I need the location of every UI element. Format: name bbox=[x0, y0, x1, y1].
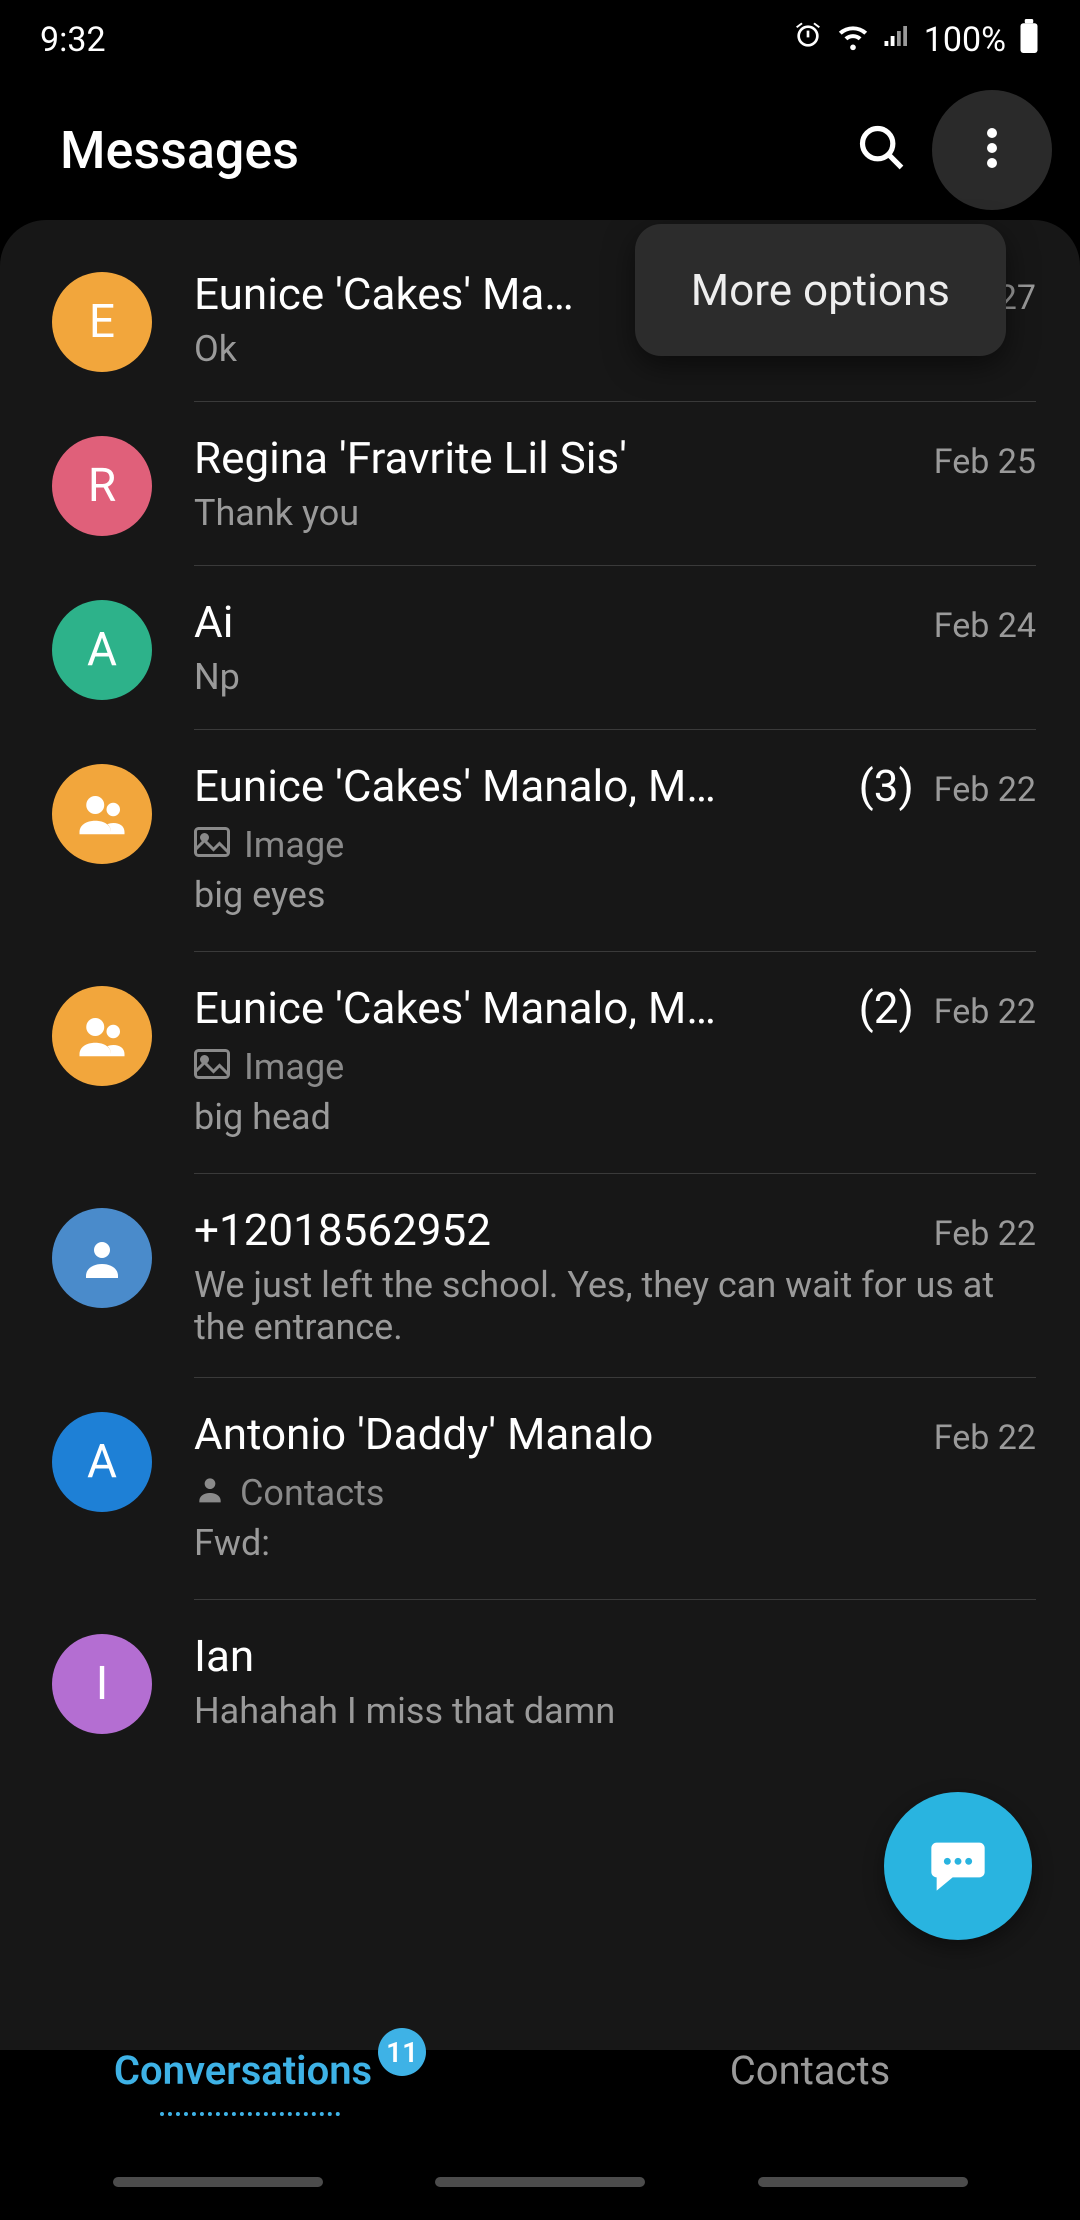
member-count: (3) bbox=[859, 760, 914, 812]
battery-pct: 100% bbox=[924, 20, 1006, 60]
contact-name: Ian bbox=[194, 1630, 1016, 1682]
signal-icon bbox=[882, 20, 912, 60]
compose-icon bbox=[926, 1832, 990, 1900]
conversation-top-line: Ian bbox=[194, 1630, 1036, 1682]
avatar-group-icon bbox=[52, 764, 152, 864]
conversation-body: Ai Feb 24 Np bbox=[194, 596, 1036, 700]
android-nav-bar bbox=[0, 2162, 1080, 2202]
nav-back-handle[interactable] bbox=[758, 2177, 968, 2187]
compose-fab[interactable] bbox=[884, 1792, 1032, 1940]
conversation-top-line: Eunice 'Cakes' Manalo, M… (2) Feb 22 bbox=[194, 982, 1036, 1034]
status-bar: 9:32 100% bbox=[0, 0, 1080, 80]
conversation-date: Feb 22 bbox=[934, 770, 1036, 810]
nav-recent-handle[interactable] bbox=[113, 2177, 323, 2187]
conversation-item[interactable]: Eunice 'Cakes' Manalo, M… (3) Feb 22 Image b… bbox=[0, 730, 1080, 952]
avatar-person-icon bbox=[52, 1208, 152, 1308]
page-title: Messages bbox=[60, 120, 832, 181]
more-options-button[interactable] bbox=[932, 90, 1052, 210]
conversation-top-line: +12018562952 Feb 22 bbox=[194, 1204, 1036, 1256]
conversation-item[interactable]: A Ai Feb 24 Np bbox=[0, 566, 1080, 730]
active-underline bbox=[160, 2112, 340, 2116]
conversation-body: Ian Hahahah I miss that damn bbox=[194, 1630, 1036, 1734]
attachment-label: Image bbox=[244, 824, 344, 866]
status-right: 100% bbox=[792, 19, 1040, 62]
nav-home-handle[interactable] bbox=[435, 2177, 645, 2187]
message-preview: We just left the school. Yes, they can w… bbox=[194, 1264, 1036, 1348]
avatar-group-icon bbox=[52, 986, 152, 1086]
conversation-item[interactable]: Eunice 'Cakes' Manalo, M… (2) Feb 22 Image b… bbox=[0, 952, 1080, 1174]
conversation-top-line: Antonio 'Daddy' Manalo Feb 22 bbox=[194, 1408, 1036, 1460]
attachment-line: Image bbox=[194, 824, 1036, 866]
tab-contacts[interactable]: Contacts bbox=[540, 2010, 1080, 2130]
contact-name: +12018562952 bbox=[194, 1204, 914, 1256]
attachment-line: Contacts bbox=[194, 1472, 1036, 1514]
message-preview: Thank you bbox=[194, 492, 1036, 534]
tab-label: Contacts bbox=[730, 2047, 890, 2094]
bottom-tabs: Conversations 11 Contacts bbox=[0, 2010, 1080, 2130]
image-icon bbox=[194, 824, 230, 866]
contact-name: Regina 'Fravrite Lil Sis' bbox=[194, 432, 914, 484]
conversation-list: EEunice 'Cakes' Ma…27OkRRegina 'Fravrite… bbox=[0, 220, 1080, 2050]
conversation-date: Feb 25 bbox=[934, 442, 1036, 482]
conversation-body: Eunice 'Cakes' Manalo, M… (2) Feb 22 Image b… bbox=[194, 982, 1036, 1138]
conversation-item[interactable]: I Ian Hahahah I miss that damn bbox=[0, 1600, 1080, 1764]
contact-name: Antonio 'Daddy' Manalo bbox=[194, 1408, 914, 1460]
conversation-date: Feb 22 bbox=[934, 1214, 1036, 1254]
conversation-top-line: Ai Feb 24 bbox=[194, 596, 1036, 648]
conversation-item[interactable]: A Antonio 'Daddy' Manalo Feb 22 Contacts Fwd… bbox=[0, 1378, 1080, 1600]
conversation-body: Regina 'Fravrite Lil Sis' Feb 25 Thank you bbox=[194, 432, 1036, 536]
contact-name: Eunice 'Cakes' Manalo, M… bbox=[194, 982, 839, 1034]
conversation-date: Feb 24 bbox=[934, 606, 1036, 646]
avatar-letter: I bbox=[52, 1634, 152, 1734]
conversation-date: Feb 22 bbox=[934, 992, 1036, 1032]
tooltip-label: More options bbox=[691, 264, 950, 316]
message-preview: Np bbox=[194, 656, 1036, 698]
member-count: (2) bbox=[859, 982, 914, 1034]
contact-name: Eunice 'Cakes' Manalo, M… bbox=[194, 760, 839, 812]
more-vertical-icon bbox=[987, 128, 997, 172]
conversation-body: Antonio 'Daddy' Manalo Feb 22 Contacts Fwd: bbox=[194, 1408, 1036, 1564]
avatar-letter: R bbox=[52, 436, 152, 536]
avatar-letter: A bbox=[52, 600, 152, 700]
conversations-badge: 11 bbox=[378, 2028, 426, 2076]
conversation-body: +12018562952 Feb 22 We just left the schoo… bbox=[194, 1204, 1036, 1348]
image-icon bbox=[194, 1046, 230, 1088]
search-icon bbox=[856, 122, 908, 178]
message-preview: big head bbox=[194, 1096, 1036, 1138]
avatar-letter: E bbox=[52, 272, 152, 372]
conversation-date: Feb 22 bbox=[934, 1418, 1036, 1458]
message-preview: big eyes bbox=[194, 874, 1036, 916]
more-options-tooltip: More options bbox=[635, 224, 1006, 356]
tab-conversations[interactable]: Conversations 11 bbox=[0, 2010, 540, 2130]
alarm-icon bbox=[792, 20, 824, 61]
attachment-line: Image bbox=[194, 1046, 1036, 1088]
avatar-letter: A bbox=[52, 1412, 152, 1512]
conversation-item[interactable]: R Regina 'Fravrite Lil Sis' Feb 25 Thank yo… bbox=[0, 402, 1080, 566]
tab-label: Conversations bbox=[114, 2047, 372, 2094]
status-time: 9:32 bbox=[40, 20, 106, 60]
conversation-top-line: Regina 'Fravrite Lil Sis' Feb 25 bbox=[194, 432, 1036, 484]
app-header: Messages bbox=[0, 80, 1080, 220]
conversation-top-line: Eunice 'Cakes' Manalo, M… (3) Feb 22 bbox=[194, 760, 1036, 812]
conversation-body: Eunice 'Cakes' Manalo, M… (3) Feb 22 Image b… bbox=[194, 760, 1036, 916]
conversation-item[interactable]: +12018562952 Feb 22 We just left the schoo… bbox=[0, 1174, 1080, 1378]
search-button[interactable] bbox=[832, 100, 932, 200]
message-preview: Fwd: bbox=[194, 1522, 1036, 1564]
wifi-icon bbox=[836, 19, 870, 62]
attachment-label: Contacts bbox=[240, 1472, 384, 1514]
message-preview: Hahahah I miss that damn bbox=[194, 1690, 1036, 1732]
contact-card-icon bbox=[194, 1472, 226, 1514]
battery-icon bbox=[1018, 19, 1040, 62]
contact-name: Ai bbox=[194, 596, 914, 648]
attachment-label: Image bbox=[244, 1046, 344, 1088]
